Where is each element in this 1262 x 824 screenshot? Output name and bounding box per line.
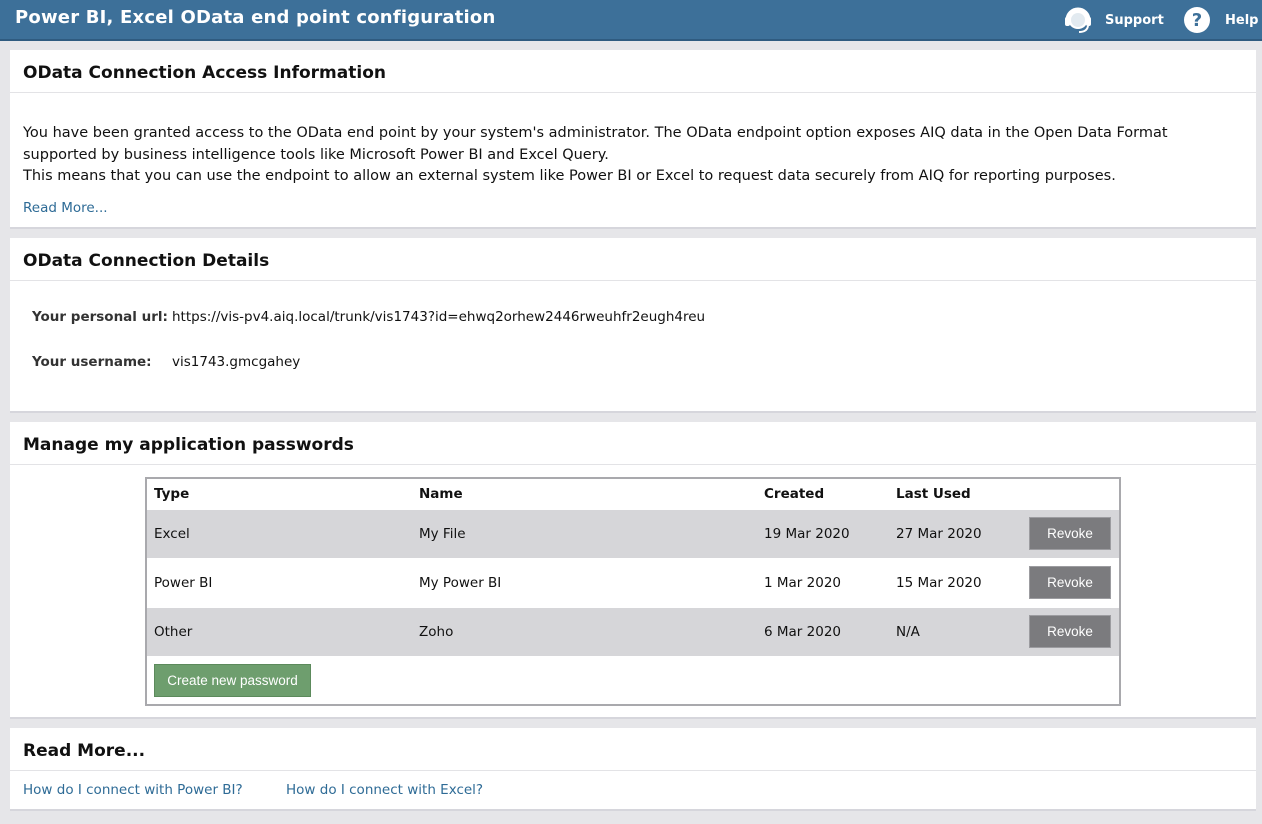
col-header-last-used: Last Used	[896, 486, 971, 502]
cell-last-used: N/A	[896, 624, 920, 640]
support-label: Support	[1105, 12, 1164, 28]
cell-created: 1 Mar 2020	[764, 575, 841, 591]
username-row: Your username: vis1743.gmcgahey	[32, 354, 300, 370]
revoke-button[interactable]: Revoke	[1029, 566, 1111, 599]
username-value[interactable]: vis1743.gmcgahey	[172, 354, 300, 370]
table-row: Excel My File 19 Mar 2020 27 Mar 2020	[147, 510, 1021, 558]
connect-excel-link[interactable]: How do I connect with Excel?	[286, 782, 483, 798]
action-cell: Revoke	[1021, 608, 1119, 656]
cell-name: My File	[419, 526, 466, 542]
access-info-heading: OData Connection Access Information	[10, 50, 1256, 93]
revoke-button[interactable]: Revoke	[1029, 517, 1111, 550]
passwords-table: Type Name Created Last Used Excel My Fil…	[145, 477, 1121, 706]
access-info-paragraph-1: You have been granted access to the ODat…	[23, 125, 1168, 163]
access-info-paragraph-2: This means that you can use the endpoint…	[23, 168, 1116, 184]
table-row: Other Zoho 6 Mar 2020 N/A	[147, 608, 1021, 656]
cell-type: Power BI	[154, 575, 213, 591]
create-password-button[interactable]: Create new password	[154, 664, 311, 697]
action-cell: Revoke	[1021, 510, 1119, 558]
svg-text:?: ?	[1192, 10, 1202, 31]
access-info-panel: OData Connection Access Information You …	[10, 50, 1256, 229]
cell-name: My Power BI	[419, 575, 502, 591]
read-more-link[interactable]: Read More...	[23, 200, 108, 216]
cell-type: Other	[154, 624, 193, 640]
revoke-button[interactable]: Revoke	[1029, 615, 1111, 648]
personal-url-row: Your personal url: https://vis-pv4.aiq.l…	[32, 309, 705, 325]
table-row: Power BI My Power BI 1 Mar 2020 15 Mar 2…	[147, 559, 1021, 607]
action-cell: Revoke	[1021, 559, 1119, 607]
col-header-created: Created	[764, 486, 825, 502]
connection-details-heading: OData Connection Details	[10, 238, 1256, 281]
top-bar: Power BI, Excel OData end point configur…	[0, 0, 1262, 41]
username-label: Your username:	[32, 354, 152, 370]
cell-created: 19 Mar 2020	[764, 526, 850, 542]
headset-icon	[1065, 7, 1091, 33]
cell-created: 6 Mar 2020	[764, 624, 841, 640]
personal-url-label: Your personal url:	[32, 309, 168, 325]
personal-url-value[interactable]: https://vis-pv4.aiq.local/trunk/vis1743?…	[172, 309, 705, 325]
passwords-heading: Manage my application passwords	[10, 422, 1256, 465]
table-header: Type Name Created Last Used	[147, 479, 1119, 510]
cell-last-used: 27 Mar 2020	[896, 526, 982, 542]
read-more-panel: Read More... How do I connect with Power…	[10, 728, 1256, 811]
col-header-name: Name	[419, 486, 463, 502]
help-label: Help	[1225, 12, 1259, 28]
passwords-panel: Manage my application passwords Type Nam…	[10, 422, 1256, 719]
page-title: Power BI, Excel OData end point configur…	[15, 7, 496, 28]
col-header-type: Type	[154, 486, 190, 502]
support-link[interactable]: Support	[1063, 6, 1164, 34]
cell-type: Excel	[154, 526, 190, 542]
help-icon: ?	[1184, 7, 1210, 33]
connect-power-bi-link[interactable]: How do I connect with Power BI?	[23, 782, 243, 798]
help-link[interactable]: ? Help	[1183, 6, 1258, 34]
cell-name: Zoho	[419, 624, 454, 640]
connection-details-panel: OData Connection Details Your personal u…	[10, 238, 1256, 413]
cell-last-used: 15 Mar 2020	[896, 575, 982, 591]
access-info-text: You have been granted access to the ODat…	[23, 123, 1238, 188]
read-more-heading: Read More...	[10, 728, 1256, 771]
